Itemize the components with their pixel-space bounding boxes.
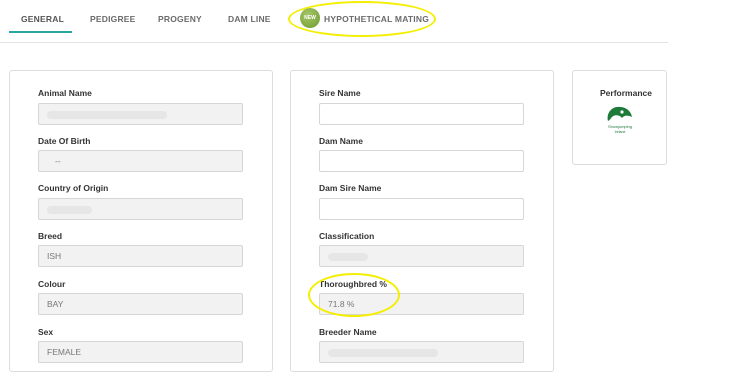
country-label: Country of Origin [38, 183, 109, 193]
animal-name-label: Animal Name [38, 88, 92, 98]
sex-field[interactable]: FEMALE [38, 341, 243, 363]
redacted-value [328, 252, 368, 261]
classification-field[interactable] [319, 245, 524, 267]
horse-head-icon[interactable]: Showjumping Ireland [600, 103, 640, 137]
redacted-value [47, 110, 167, 119]
redacted-value [328, 348, 438, 357]
country-field[interactable] [38, 198, 243, 220]
redacted-value [47, 205, 92, 214]
breed-label: Breed [38, 231, 63, 241]
tab-pedigree[interactable]: PEDIGREE [90, 14, 136, 24]
dob-value: -- [55, 156, 61, 166]
colour-field[interactable]: BAY [38, 293, 243, 315]
dob-field[interactable]: -- [38, 150, 243, 172]
dam-sire-name-field[interactable] [319, 198, 524, 220]
dam-name-label: Dam Name [319, 136, 363, 146]
logo-text-1: Showjumping [608, 124, 632, 129]
annotation-highlight-thoroughbred [308, 273, 400, 317]
tab-general[interactable]: GENERAL [21, 14, 64, 24]
sire-name-field[interactable] [319, 103, 524, 125]
logo-text-2: Ireland [615, 130, 626, 134]
active-tab-indicator [9, 31, 72, 33]
animal-name-field[interactable] [38, 103, 243, 125]
sire-name-label: Sire Name [319, 88, 361, 98]
breed-field[interactable]: ISH [38, 245, 243, 267]
annotation-highlight-tab [288, 1, 436, 37]
performance-title: Performance [600, 88, 652, 98]
sex-label: Sex [38, 327, 54, 337]
classification-label: Classification [319, 231, 375, 241]
breeder-name-label: Breeder Name [319, 327, 377, 337]
dam-name-field[interactable] [319, 150, 524, 172]
dob-label: Date Of Birth [38, 136, 91, 146]
tab-progeny[interactable]: PROGENY [158, 14, 202, 24]
breeder-name-field[interactable] [319, 341, 524, 363]
dam-sire-name-label: Dam Sire Name [319, 183, 382, 193]
tab-dam-line[interactable]: DAM LINE [228, 14, 271, 24]
colour-label: Colour [38, 279, 66, 289]
